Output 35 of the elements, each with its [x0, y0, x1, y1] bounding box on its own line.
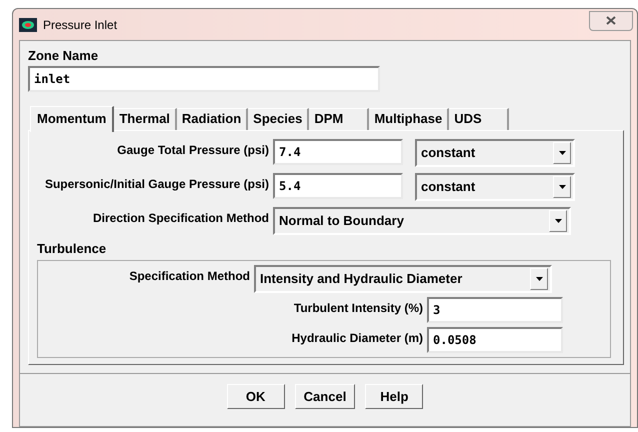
section-title: Turbulence [37, 240, 108, 258]
dialog-button[interactable]: Help [365, 384, 424, 409]
input-field[interactable]: inlet [28, 66, 380, 92]
field-label: Specification Method [128, 268, 250, 285]
close-button[interactable] [589, 10, 633, 30]
close-icon [606, 16, 616, 25]
input-field[interactable]: 5.4 [273, 172, 403, 198]
field-label: Gauge Total Pressure (psi) [116, 142, 269, 158]
field-label: Hydraulic Diameter (m) [290, 330, 423, 347]
input-field[interactable]: 3 [427, 297, 563, 323]
tab[interactable]: Species [248, 108, 310, 130]
tab[interactable]: Thermal [114, 108, 177, 130]
dropdown[interactable]: Intensity and Hydraulic Diameter [254, 265, 552, 293]
field-label: Zone Name [28, 47, 100, 65]
field-label: Direction Specification Method [92, 210, 269, 226]
window-title: Pressure Inlet [43, 16, 118, 34]
tab[interactable]: DPM [309, 108, 370, 130]
tab[interactable]: Radiation [176, 108, 248, 130]
tab[interactable]: UDS [449, 108, 510, 130]
tab[interactable]: Momentum [30, 106, 114, 132]
caret-icon [554, 218, 562, 222]
input-field[interactable]: 0.0508 [427, 327, 563, 353]
tab[interactable]: Multiphase [369, 108, 450, 130]
dropdown[interactable]: constant [415, 138, 575, 166]
dialog-button[interactable]: OK [226, 384, 285, 409]
caret-icon [558, 150, 566, 154]
input-field[interactable]: 7.4 [273, 138, 403, 164]
app-icon [19, 18, 37, 32]
field-label: Supersonic/Initial Gauge Pressure (psi) [44, 176, 269, 192]
dialog-button[interactable]: Cancel [294, 384, 356, 409]
dropdown[interactable]: constant [415, 172, 575, 200]
field-label: Turbulent Intensity (%) [292, 300, 423, 317]
caret-icon [536, 277, 542, 281]
dropdown[interactable]: Normal to Boundary [273, 206, 571, 234]
caret-icon [558, 184, 566, 188]
